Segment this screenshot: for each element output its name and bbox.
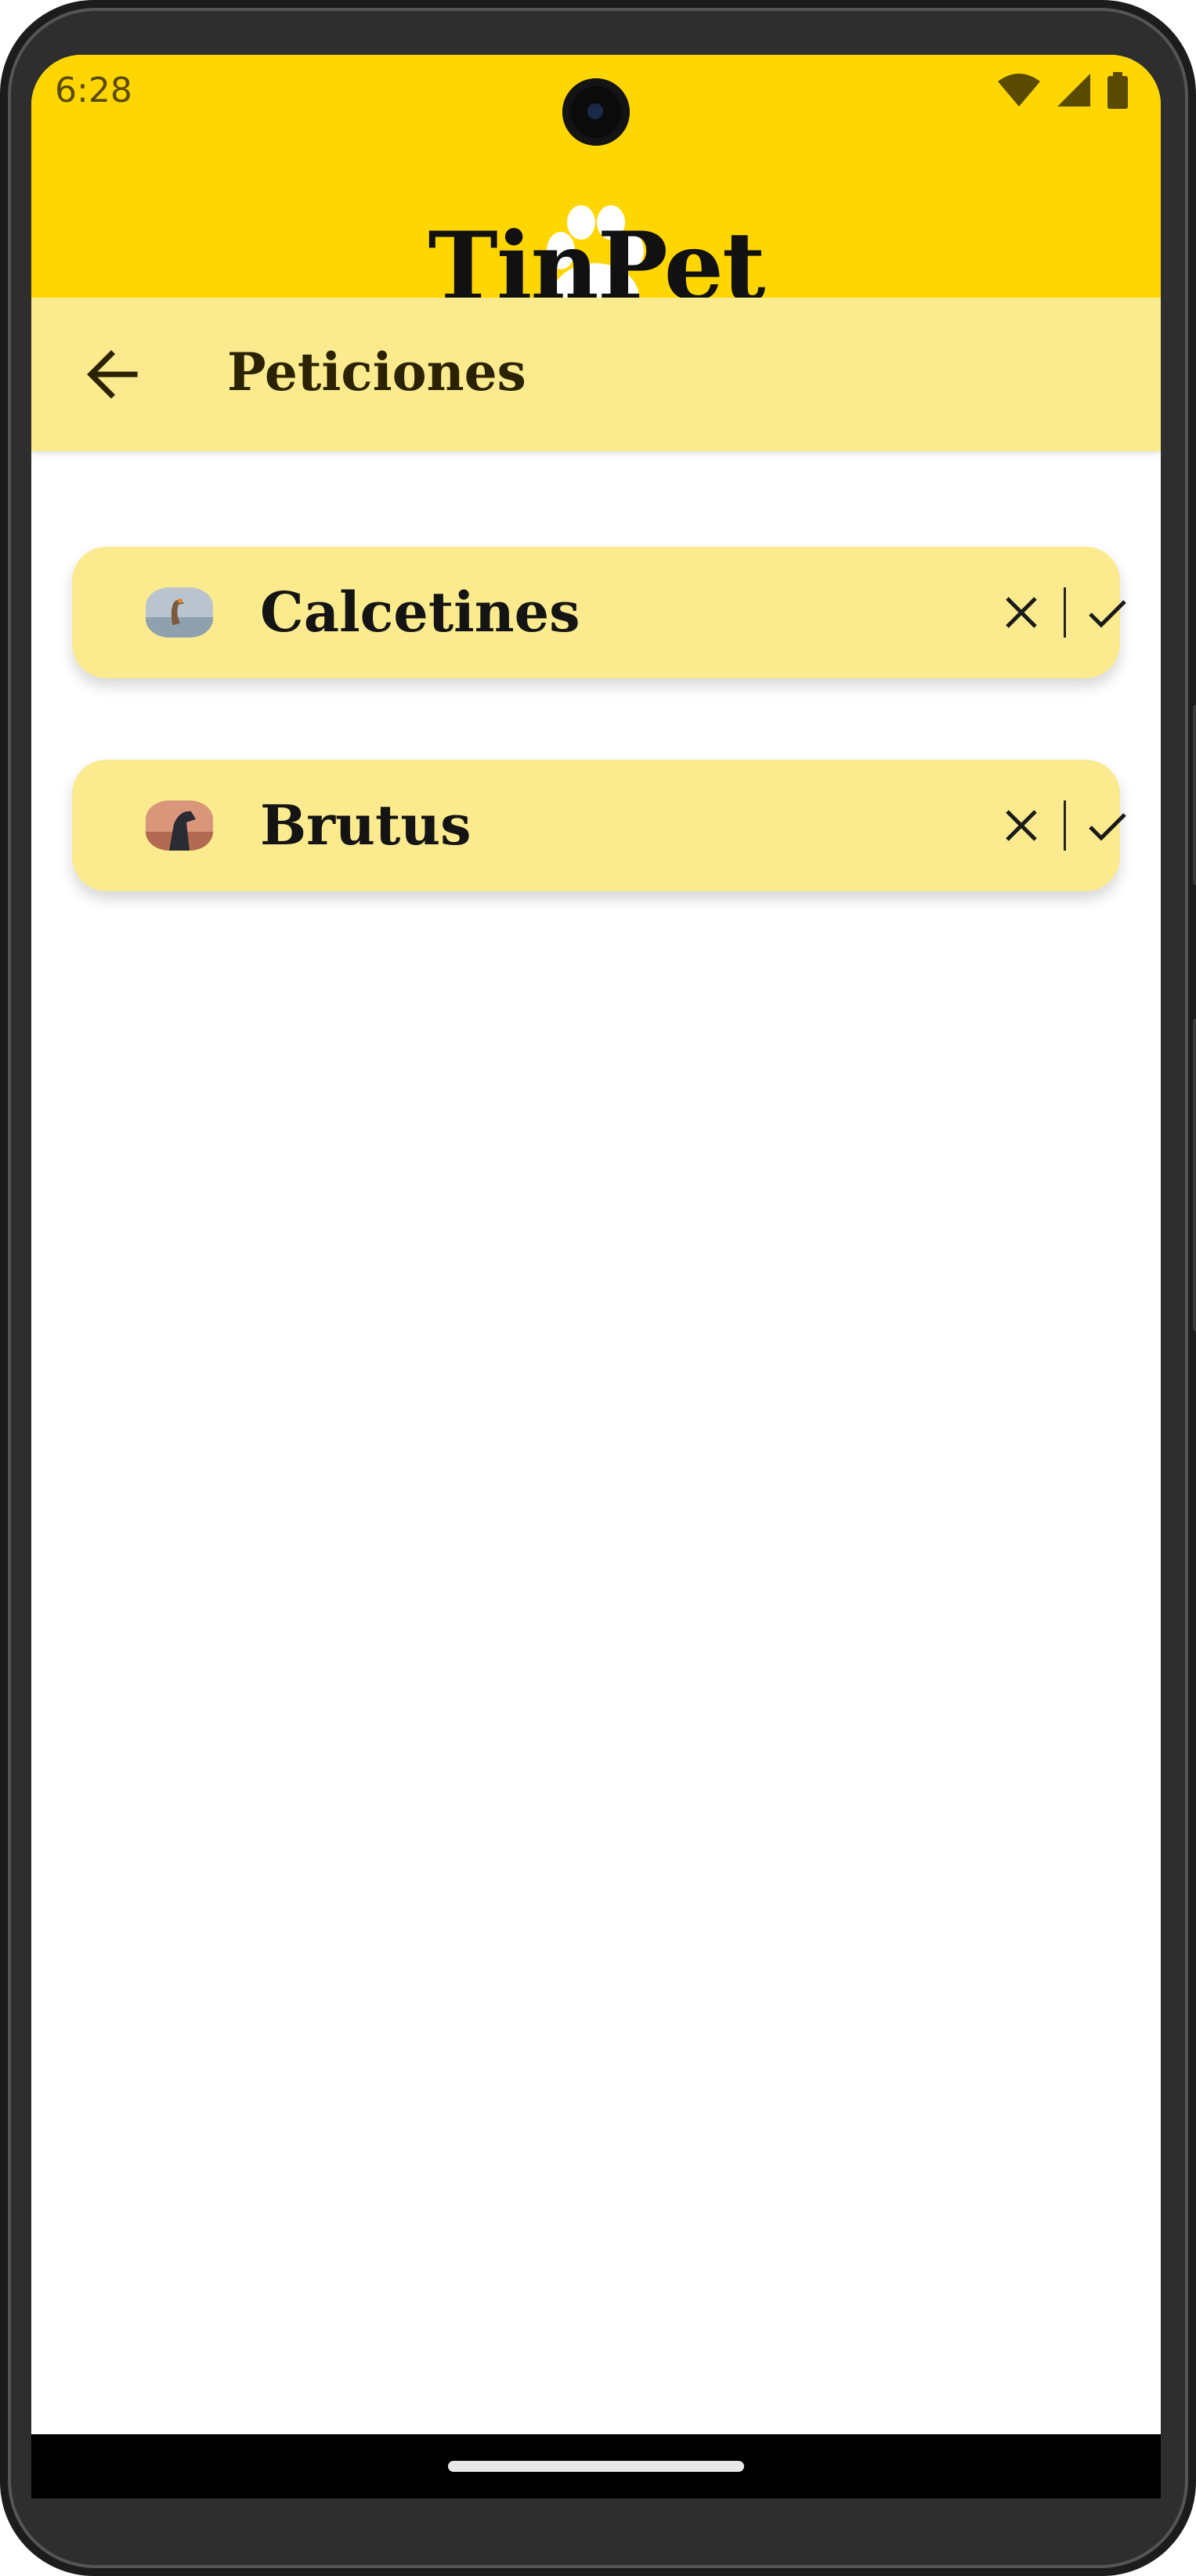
screen: 6:28 TinPet Peticiones Calcetines Brutus [31,55,1161,2498]
arrow-back-icon[interactable] [83,345,143,404]
front-camera [562,78,630,146]
signal-icon [1057,74,1090,107]
request-card: Brutus [72,760,1126,891]
page-title: Peticiones [227,341,526,403]
pet-photo-horse [146,800,213,851]
close-icon[interactable] [998,589,1045,636]
pet-photo-goose [146,587,213,638]
brand: TinPet [31,149,1161,332]
close-icon[interactable] [998,802,1045,849]
home-gesture-handle[interactable] [448,2461,744,2472]
request-card: Calcetines [72,547,1126,678]
check-icon[interactable] [1084,802,1131,849]
pet-name: Calcetines [260,580,580,645]
system-navigation-bar [31,2434,1161,2498]
wifi-icon [998,74,1040,107]
app-header: 6:28 TinPet [31,55,1161,332]
battery-icon [1107,72,1128,109]
action-divider [1064,800,1066,851]
pet-name: Brutus [260,793,472,858]
app-bar: Peticiones [31,298,1161,451]
pet-avatar[interactable] [146,800,213,851]
action-divider [1064,587,1066,638]
pet-avatar[interactable] [146,587,213,638]
volume-button [1193,1018,1196,1331]
power-button [1193,705,1196,885]
check-icon[interactable] [1084,589,1131,636]
status-time: 6:28 [55,70,132,110]
status-icons [996,72,1129,110]
